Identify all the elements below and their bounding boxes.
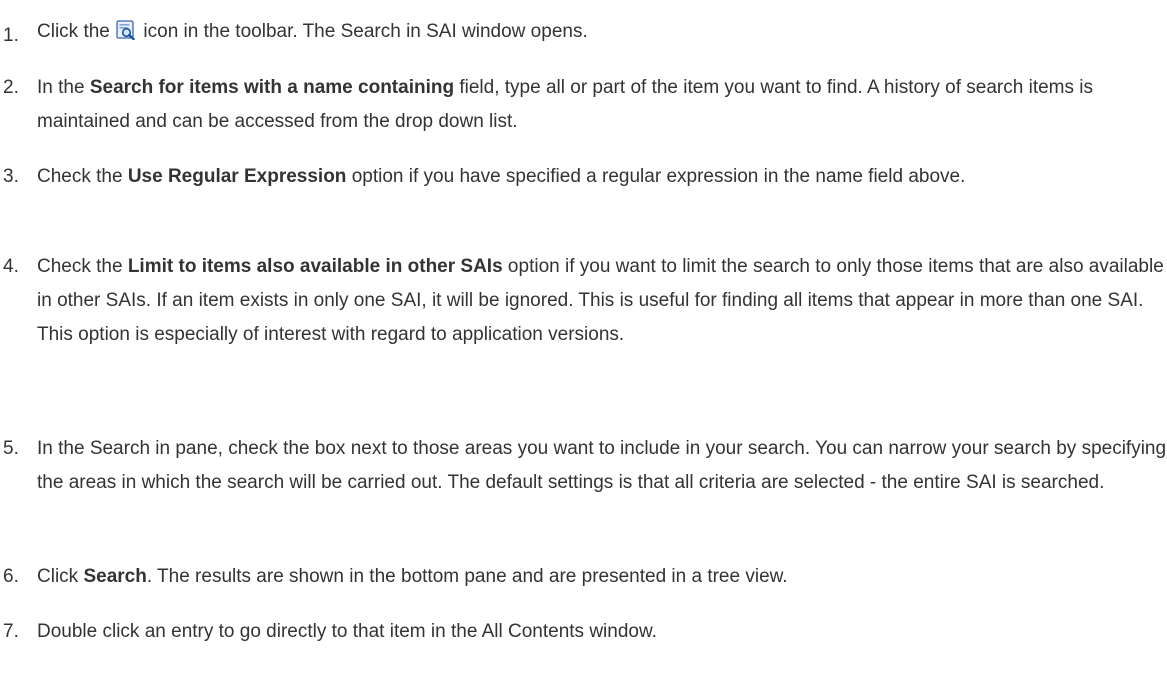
step-text-before: Check the bbox=[37, 256, 128, 277]
step-number: 6. bbox=[3, 566, 19, 587]
step-ui-label: Search bbox=[83, 566, 147, 587]
step-text: Check the Use Regular Expression option … bbox=[37, 160, 1167, 194]
step-number: 1. bbox=[3, 25, 19, 46]
step-number: 5. bbox=[3, 438, 19, 459]
step-text: Click the icon in the toolbar. The Searc… bbox=[37, 15, 1167, 49]
step-text-after: icon in the toolbar. The Search in SAI w… bbox=[138, 21, 588, 42]
step-text-after: . The results are shown in the bottom pa… bbox=[146, 566, 788, 587]
step-number: 4. bbox=[3, 256, 19, 277]
step-ui-label: Use Regular Expression bbox=[127, 166, 347, 187]
step-text: Check the Limit to items also available … bbox=[37, 250, 1167, 352]
step-ui-label: Search for items with a name containing bbox=[89, 77, 455, 98]
search-sai-icon bbox=[116, 18, 136, 41]
step-text-before: Click bbox=[37, 566, 84, 587]
step-ui-label: Limit to items also available in other S… bbox=[127, 256, 503, 277]
step-number: 2. bbox=[3, 77, 19, 98]
step-text-before: Check the bbox=[37, 166, 128, 187]
step-text-after: option if you have specified a regular e… bbox=[346, 166, 966, 187]
step-text-before: In the bbox=[37, 77, 90, 98]
step-number: 7. bbox=[3, 621, 19, 642]
instruction-list: 1. Click the icon in the toolbar. The Se… bbox=[0, 0, 1167, 677]
step-text: In the Search for items with a name cont… bbox=[37, 71, 1167, 139]
step-number: 3. bbox=[3, 166, 19, 187]
step-text-before: Click the bbox=[37, 21, 116, 42]
step-text: In the Search in pane, check the box nex… bbox=[37, 438, 1167, 493]
step-text: Double click an entry to go directly to … bbox=[37, 621, 657, 642]
step-text: Click Search. The results are shown in t… bbox=[37, 560, 1167, 594]
